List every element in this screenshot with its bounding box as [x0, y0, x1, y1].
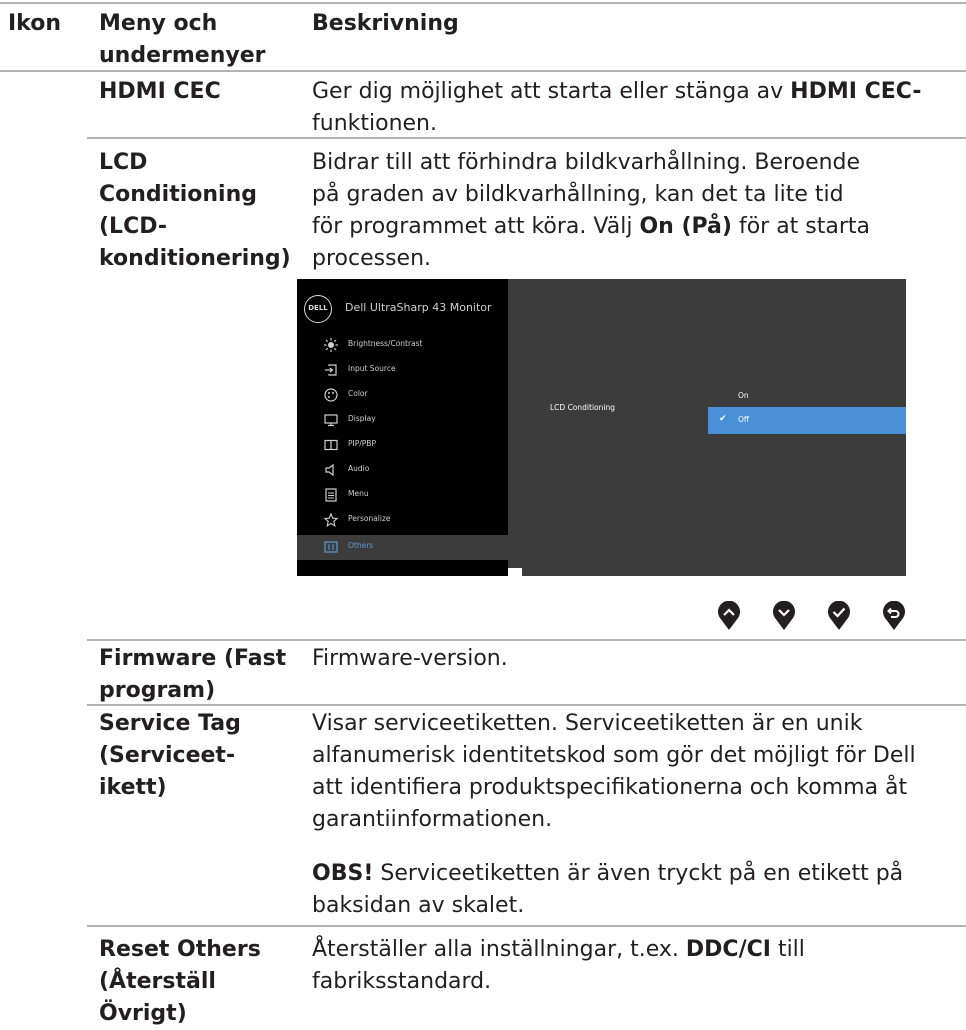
- menu-lcd-conditioning: LCD Conditioning (LCD- konditionering): [99, 147, 291, 275]
- osd-item-menu[interactable]: Menu: [297, 483, 508, 508]
- personalize-icon: [324, 513, 338, 527]
- desc-text: processen.: [312, 246, 432, 271]
- desc-lcd-conditioning: Bidrar till att förhindra bildkvarhållni…: [312, 147, 870, 275]
- display-icon: [324, 414, 338, 427]
- osd-item-label: Others: [348, 541, 374, 550]
- input-source-icon: [325, 364, 337, 376]
- osd-item-pip-pbp[interactable]: PIP/PBP: [297, 433, 508, 458]
- header-icon-column: Ikon: [8, 11, 62, 36]
- osd-item-display[interactable]: Display: [297, 408, 508, 433]
- menu-icon: [325, 488, 337, 502]
- menu-line: (LCD-: [99, 214, 168, 239]
- desc-text: funktionen.: [312, 111, 437, 136]
- osd-submenu-lcd-conditioning[interactable]: LCD Conditioning: [550, 403, 615, 412]
- desc-text: garantiinformationen.: [312, 807, 553, 832]
- brightness-icon: [324, 338, 338, 352]
- menu-line: LCD: [99, 150, 148, 175]
- table-top-rule: [0, 2, 966, 4]
- header-menu-line: undermenyer: [99, 43, 266, 68]
- osd-main-menu: DELL Dell UltraSharp 43 Monitor Brightne…: [297, 279, 508, 576]
- check-button-icon: [828, 601, 850, 630]
- note-text: baksidan av skalet.: [312, 893, 525, 918]
- osd-item-others[interactable]: Others: [297, 535, 508, 560]
- osd-bottom-gap: [508, 568, 522, 576]
- row-rule: [87, 925, 966, 927]
- osd-option-off[interactable]: ✔ Off: [708, 407, 906, 434]
- row-rule: [87, 639, 966, 641]
- desc-firmware: Firmware-version.: [312, 646, 508, 671]
- osd-item-personalize[interactable]: Personalize: [297, 508, 508, 533]
- menu-line: Reset Others: [99, 937, 261, 962]
- desc-bold: On (På): [639, 214, 732, 239]
- osd-item-label: Brightness/Contrast: [348, 339, 423, 348]
- menu-firmware: Firmware (Fast program): [99, 643, 286, 707]
- note-label: OBS!: [312, 861, 374, 886]
- desc-bold: HDMI CEC-: [790, 79, 922, 104]
- osd-item-color[interactable]: Color: [297, 383, 508, 408]
- audio-icon: [325, 463, 334, 477]
- menu-line: Övrigt): [99, 1001, 187, 1026]
- menu-line: konditionering): [99, 246, 291, 271]
- menu-service-tag: Service Tag (Serviceet- ikett): [99, 708, 241, 804]
- osd-item-brightness-contrast[interactable]: Brightness/Contrast: [297, 333, 508, 358]
- desc-text: att identifiera produktspecifikationerna…: [312, 775, 908, 800]
- osd-item-label: Input Source: [348, 364, 396, 373]
- desc-text: Visar serviceetiketten. Serviceetiketten…: [312, 711, 863, 736]
- desc-text: för at starta: [731, 214, 871, 239]
- osd-item-label: Color: [348, 389, 368, 398]
- up-button-icon: [718, 601, 740, 630]
- osd-option-label: Off: [738, 415, 750, 424]
- header-description-column: Beskrivning: [312, 11, 459, 36]
- menu-hdmi-cec: HDMI CEC: [99, 79, 221, 104]
- desc-service-tag: Visar serviceetiketten. Serviceetiketten…: [312, 708, 916, 836]
- osd-item-label: Personalize: [348, 514, 391, 523]
- note-text: Serviceetiketten är även tryckt på en et…: [373, 861, 904, 886]
- others-icon: [324, 541, 338, 553]
- desc-text: för programmet att köra. Välj: [312, 214, 640, 239]
- menu-line: program): [99, 678, 216, 703]
- desc-text: fabriksstandard.: [312, 969, 492, 994]
- header-menu-column: Meny och undermenyer: [99, 8, 265, 72]
- desc-text: på graden av bildkvarhållning, kan det t…: [312, 182, 844, 207]
- desc-text: till: [770, 937, 805, 962]
- note-service-tag: OBS! Serviceetiketten är även tryckt på …: [312, 858, 903, 922]
- osd-menu-screenshot: DELL Dell UltraSharp 43 Monitor Brightne…: [297, 279, 906, 576]
- menu-line: (Återställ: [99, 969, 216, 994]
- check-icon: ✔: [719, 414, 727, 424]
- down-button-icon: [773, 601, 795, 630]
- osd-item-label: Audio: [348, 464, 370, 473]
- osd-item-input-source[interactable]: Input Source: [297, 358, 508, 383]
- menu-line: (Serviceet-: [99, 743, 236, 768]
- osd-item-audio[interactable]: Audio: [297, 458, 508, 483]
- osd-option-label: On: [738, 391, 749, 400]
- desc-text: Ger dig möjlighet att starta eller stäng…: [312, 79, 791, 104]
- osd-item-label: Menu: [348, 489, 369, 498]
- osd-option-on[interactable]: On: [708, 383, 906, 410]
- desc-bold: DDC/CI: [685, 937, 771, 962]
- osd-title: Dell UltraSharp 43 Monitor: [345, 301, 492, 314]
- menu-line: ikett): [99, 775, 167, 800]
- desc-text: alfanumerisk identitetskod som gör det m…: [312, 743, 916, 768]
- osd-item-label: PIP/PBP: [348, 439, 376, 448]
- menu-reset-others: Reset Others (Återställ Övrigt): [99, 934, 261, 1030]
- desc-reset-others: Återställer alla inställningar, t.ex. DD…: [312, 934, 805, 998]
- menu-line: Conditioning: [99, 182, 257, 207]
- osd-item-label: Display: [348, 414, 376, 423]
- dell-logo: DELL: [304, 295, 332, 323]
- header-menu-line: Meny och: [99, 11, 218, 36]
- back-button-icon: [883, 601, 905, 630]
- pip-pbp-icon: [324, 439, 338, 451]
- color-icon: [324, 388, 338, 402]
- menu-line: Service Tag: [99, 711, 241, 736]
- desc-text: Bidrar till att förhindra bildkvarhållni…: [312, 150, 861, 175]
- desc-text: Återställer alla inställningar, t.ex.: [312, 937, 686, 962]
- desc-hdmi-cec: Ger dig möjlighet att starta eller stäng…: [312, 76, 922, 140]
- menu-line: Firmware (Fast: [99, 646, 287, 671]
